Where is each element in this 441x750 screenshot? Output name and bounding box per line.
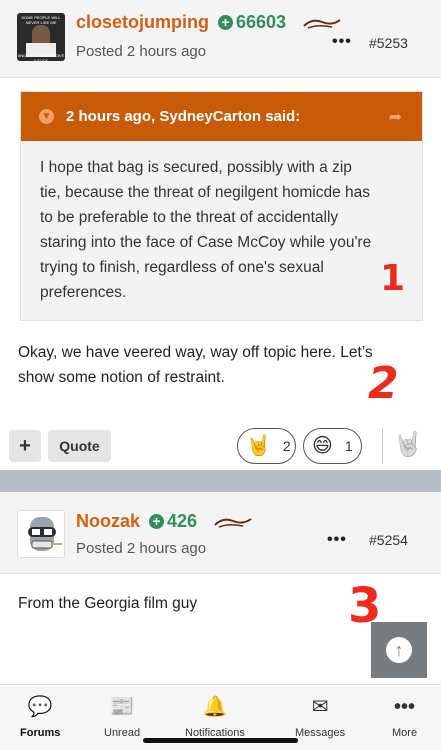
home-indicator: [143, 738, 298, 743]
quote-button[interactable]: Quote: [48, 430, 111, 462]
reputation-badge: + 66603: [218, 12, 286, 33]
post-number[interactable]: #5253: [369, 35, 408, 51]
post-body: From the Georgia film guy: [18, 595, 198, 612]
body-line: Okay, we have veered way, way off topic …: [18, 344, 373, 361]
post-body: Okay, we have veered way, way off topic …: [18, 340, 373, 390]
quote-line: to be preferable to the threat of accide…: [40, 209, 339, 226]
react-button-icon[interactable]: 🤘: [393, 430, 423, 459]
nav-label: Messages: [295, 727, 346, 739]
annotation-mark: 2: [368, 358, 399, 409]
nav-unread[interactable]: 📰 Unread: [104, 695, 140, 739]
quote-attribution: 2 hours ago, SydneyCarton said:: [66, 108, 301, 125]
nav-forums[interactable]: 💬 Forums: [20, 695, 60, 739]
avatar[interactable]: SOME PEOPLE WILL NEVER LIKE ME AND I WIL…: [17, 13, 65, 61]
bell-icon: 🔔: [202, 696, 228, 718]
reaction-count: 2: [282, 438, 291, 454]
divider: [382, 428, 383, 464]
nav-messages[interactable]: ✉ Messages: [295, 695, 345, 739]
avatar-caption: SOME PEOPLE WILL NEVER LIKE ME: [21, 15, 61, 25]
nav-label: Forums: [20, 727, 61, 739]
post-timestamp: Posted 2 hours ago: [76, 540, 207, 557]
quote-text: I hope that bag is secured, possibly wit…: [21, 141, 411, 305]
reputation-count: 66603: [236, 12, 287, 32]
post-timestamp: Posted 2 hours ago: [76, 43, 207, 60]
reaction-rock-on[interactable]: 🤘 2: [237, 428, 296, 464]
rank-badge: [303, 19, 341, 29]
post-separator: [0, 470, 441, 492]
quote-line: staring into the face of Case McCoy whil…: [40, 234, 372, 251]
reputation-badge: + 426: [149, 511, 197, 532]
body-line: show some notion of restraint.: [18, 369, 225, 386]
rank-badge: [214, 518, 252, 528]
share-arrow-icon[interactable]: ➦: [389, 107, 402, 127]
more-options-icon[interactable]: •••: [327, 531, 347, 549]
quote-box: ▼ 2 hours ago, SydneyCarton said: ➦ I ho…: [20, 91, 423, 321]
nav-label: Unread: [104, 727, 141, 739]
quote-line: tie, because the threat of negilgent hom…: [40, 184, 371, 201]
annotation-mark: 1: [380, 258, 406, 299]
reaction-laugh[interactable]: 😄 1: [303, 428, 362, 464]
arrow-up-icon: ↑: [386, 637, 412, 663]
scroll-to-top-button[interactable]: ↑: [371, 622, 427, 678]
quote-line: trying to finish, regardless of one's se…: [40, 259, 324, 276]
author-name[interactable]: Noozak: [76, 511, 140, 532]
nav-notifications[interactable]: 🔔 Notifications: [185, 695, 245, 739]
grinning-face-icon: 😄: [312, 435, 333, 457]
rock-on-hand-icon: 🤘: [246, 435, 271, 457]
nav-label: More: [392, 727, 418, 739]
quote-line: I hope that bag is secured, possibly wit…: [40, 159, 352, 176]
reputation-count: 426: [167, 511, 198, 531]
avatar[interactable]: [17, 510, 65, 558]
quote-header[interactable]: ▼ 2 hours ago, SydneyCarton said: ➦: [21, 92, 422, 141]
nav-more[interactable]: ••• More: [392, 695, 417, 739]
post-header: SOME PEOPLE WILL NEVER LIKE ME AND I WIL…: [0, 0, 441, 78]
chevron-down-icon[interactable]: ▼: [39, 109, 54, 124]
add-button[interactable]: +: [9, 430, 41, 462]
newspaper-icon: 📰: [109, 696, 135, 718]
avatar-caption: AND I WILL NEVER GIVE A FUCK: [17, 53, 65, 61]
more-options-icon[interactable]: •••: [332, 33, 352, 51]
plus-circle-icon: +: [218, 15, 233, 30]
post-header: Noozak + 426 Posted 2 hours ago ••• #525…: [0, 492, 441, 574]
author-name[interactable]: closetojumping: [76, 12, 209, 33]
envelope-icon: ✉: [311, 696, 329, 718]
forums-icon: 💬: [27, 696, 53, 718]
plus-circle-icon: +: [149, 514, 164, 529]
post-number[interactable]: #5254: [369, 532, 408, 548]
robot-avatar-icon: [28, 517, 62, 551]
quote-line: preferences.: [40, 284, 127, 301]
more-icon: •••: [394, 696, 416, 718]
reaction-count: 1: [344, 438, 353, 454]
